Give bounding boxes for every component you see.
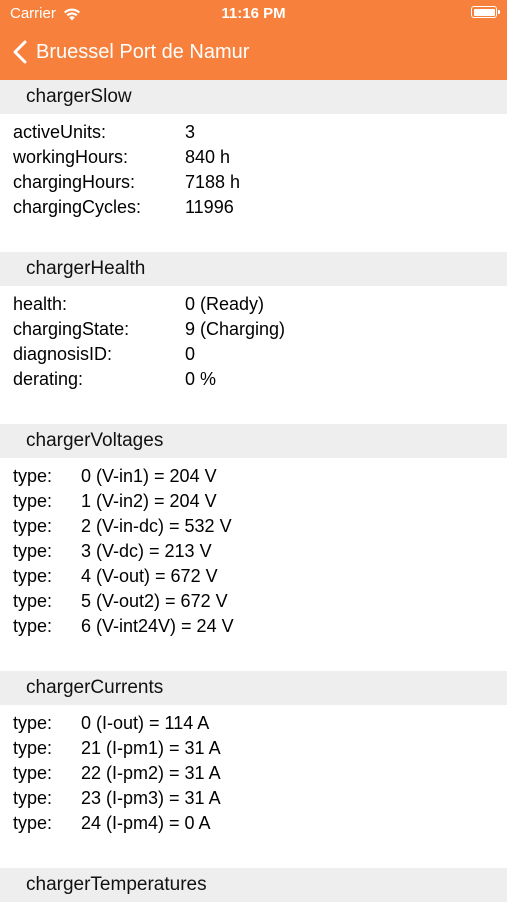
list-item: type: 24 (I-pm4) = 0 A — [13, 811, 507, 836]
field-label: type: — [13, 813, 53, 833]
field-value: 6 (V-int24V) = 24 V — [81, 616, 234, 636]
section-header-charger-slow: chargerSlow — [0, 80, 507, 114]
list-item: type: 1 (V-in2) = 204 V — [13, 489, 507, 514]
field-label: derating: — [13, 369, 84, 389]
field-value: 22 (I-pm2) = 31 A — [81, 763, 221, 783]
list-item: chargingHours: 7188 h — [13, 170, 507, 195]
list-item: type: 5 (V-out2) = 672 V — [13, 589, 507, 614]
field-label: diagnosisID: — [13, 344, 113, 364]
section-header-charger-voltages: chargerVoltages — [0, 424, 507, 458]
field-value: 0 — [185, 344, 196, 364]
field-label: chargingHours: — [13, 172, 136, 192]
field-value: 4 (V-out) = 672 V — [81, 566, 218, 586]
chevron-left-icon — [13, 40, 27, 64]
field-label: type: — [13, 591, 53, 611]
nav-title: Bruessel Port de Namur — [36, 40, 250, 63]
list-item: type: 22 (I-pm2) = 31 A — [13, 761, 507, 786]
detail-list[interactable]: chargerSlow activeUnits: 3 workingHours:… — [0, 80, 507, 902]
navigation-bar: Bruessel Port de Namur — [0, 30, 507, 74]
field-value: 11996 — [185, 197, 234, 217]
field-label: chargingCycles: — [13, 197, 142, 217]
list-item: chargingCycles: 11996 — [13, 195, 507, 220]
field-label: workingHours: — [13, 147, 129, 167]
field-value: 2 (V-in-dc) = 532 V — [81, 516, 232, 536]
list-item: type: 3 (V-dc) = 213 V — [13, 539, 507, 564]
field-value: 3 (V-dc) = 213 V — [81, 541, 212, 561]
field-value: 5 (V-out2) = 672 V — [81, 591, 228, 611]
list-item: health: 0 (Ready) — [13, 292, 507, 317]
list-item: chargingState: 9 (Charging) — [13, 317, 507, 342]
field-label: type: — [13, 738, 53, 758]
list-item: type: 21 (I-pm1) = 31 A — [13, 736, 507, 761]
clock: 11:16 PM — [221, 5, 286, 22]
field-value: 24 (I-pm4) = 0 A — [81, 813, 211, 833]
list-item: type: 6 (V-int24V) = 24 V — [13, 614, 507, 639]
field-label: health: — [13, 294, 68, 314]
status-bar: Carrier 11:16 PM — [0, 0, 507, 28]
section-header-charger-currents: chargerCurrents — [0, 671, 507, 705]
field-label: type: — [13, 566, 53, 586]
list-item: type: 4 (V-out) = 672 V — [13, 564, 507, 589]
field-value: 0 (Ready) — [185, 294, 265, 314]
field-value: 23 (I-pm3) = 31 A — [81, 788, 221, 808]
field-value: 3 — [185, 122, 196, 142]
field-label: activeUnits: — [13, 122, 107, 142]
back-button[interactable]: Bruessel Port de Namur — [0, 40, 249, 64]
field-value: 7188 h — [185, 172, 241, 192]
field-label: type: — [13, 616, 53, 636]
field-label: type: — [13, 713, 53, 733]
section-header-charger-health: chargerHealth — [0, 252, 507, 286]
field-label: type: — [13, 763, 53, 783]
list-item: workingHours: 840 h — [13, 145, 507, 170]
field-label: type: — [13, 466, 53, 486]
battery-icon — [471, 6, 500, 18]
section-header-charger-temperatures: chargerTemperatures — [0, 868, 507, 902]
list-item: type: 0 (V-in1) = 204 V — [13, 464, 507, 489]
list-item: derating: 0 % — [13, 367, 507, 392]
list-item: type: 0 (I-out) = 114 A — [13, 711, 507, 736]
field-label: type: — [13, 491, 53, 511]
field-label: type: — [13, 516, 53, 536]
list-item: type: 2 (V-in-dc) = 532 V — [13, 514, 507, 539]
list-item: type: 23 (I-pm3) = 31 A — [13, 786, 507, 811]
field-value: 9 (Charging) — [185, 319, 286, 339]
field-label: chargingState: — [13, 319, 130, 339]
field-label: type: — [13, 788, 53, 808]
field-value: 0 % — [185, 369, 217, 389]
section-body-charger-slow: activeUnits: 3 workingHours: 840 h charg… — [0, 114, 507, 252]
field-value: 1 (V-in2) = 204 V — [81, 491, 217, 511]
section-body-charger-currents: type: 0 (I-out) = 114 A type: 21 (I-pm1)… — [0, 705, 507, 868]
section-body-charger-health: health: 0 (Ready) chargingState: 9 (Char… — [0, 286, 507, 424]
field-value: 21 (I-pm1) = 31 A — [81, 738, 221, 758]
field-value: 0 (I-out) = 114 A — [81, 713, 210, 733]
field-label: type: — [13, 541, 53, 561]
list-item: diagnosisID: 0 — [13, 342, 507, 367]
field-value: 0 (V-in1) = 204 V — [81, 466, 217, 486]
list-item: activeUnits: 3 — [13, 120, 507, 145]
section-body-charger-voltages: type: 0 (V-in1) = 204 V type: 1 (V-in2) … — [0, 458, 507, 671]
field-value: 840 h — [185, 147, 231, 167]
